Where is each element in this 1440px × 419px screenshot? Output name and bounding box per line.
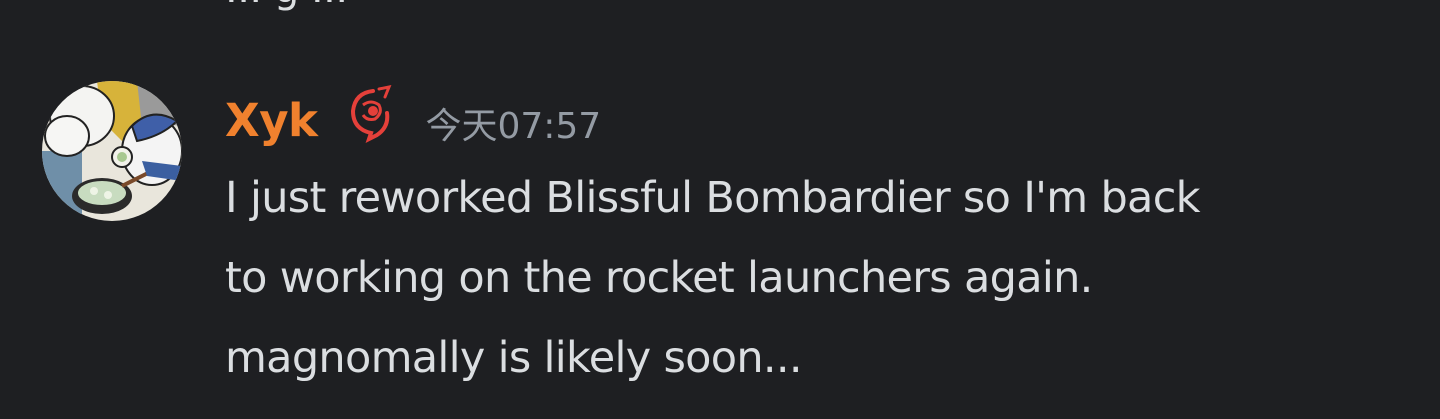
- message-header: Xyk 今天07:57: [225, 85, 602, 152]
- previous-message-text: ... g ...: [225, 0, 348, 12]
- avatar-image: [42, 81, 182, 221]
- message-line: magnomally is likely soon...: [225, 333, 803, 383]
- message-body: I just reworked Blissful Bombardier so I…: [225, 158, 1415, 398]
- message-line: I just reworked Blissful Bombardier so I…: [225, 173, 1201, 223]
- role-badge-icon[interactable]: [343, 85, 395, 145]
- user-avatar[interactable]: [42, 81, 182, 221]
- author-name[interactable]: Xyk: [225, 94, 318, 147]
- message-line: to working on the rocket launchers again…: [225, 253, 1093, 303]
- message-timestamp: 今天07:57: [425, 106, 602, 147]
